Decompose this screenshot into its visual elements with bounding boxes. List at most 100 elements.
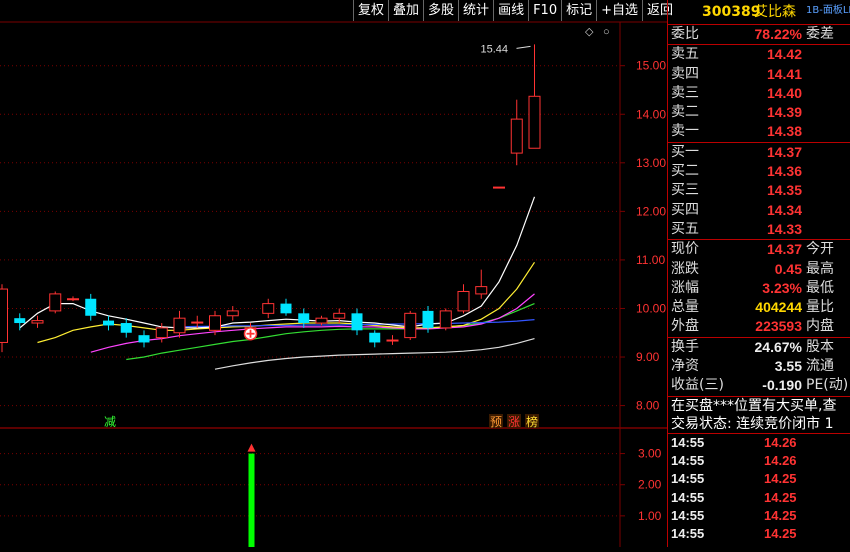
sell-orders: 卖五 14.42 卖四 14.41 卖三 14.40 卖二 14.39 卖一 14.38 [668,45,850,143]
tick-time: 14:55 [671,489,705,505]
tick-price: 14.25 [764,507,797,523]
quote-panel: 300389 艾比森 1B-面板LE 委比 78.22% 委差 卖五 14.42 卖… [667,0,850,547]
weibi-value: 78.22% [754,26,802,42]
candle-body [386,339,399,342]
row-value: 14.37 [766,241,802,258]
candle-body [457,290,470,312]
volume-tick-label: 2.00 [638,478,662,492]
volume-arrow-icon [247,443,256,452]
board-label[interactable]: 1B-面板LE [806,0,850,23]
quote-stats-2: 换手 24.67% 股本 净资 3.55 流通 收益(三) -0.190 PE(动) [668,338,850,397]
buy-orders: 买一 14.37 买二 14.36 买三 14.35 买四 14.34 买五 14.33 [668,143,850,241]
tick-list[interactable]: 14:55 14.26 14:55 14.26 14:55 14.25 14:55 14.25… [668,434,850,544]
order-row: 卖三 14.40 [668,84,850,103]
circle-icon: ○ [603,26,610,38]
row-value: 3.55 [774,358,802,375]
toolbar-button[interactable]: 复权 [353,0,388,21]
tick-time: 14:55 [671,526,705,542]
stock-code: 300389 [702,4,761,20]
row-label: 买一 [671,143,699,160]
candle-body [138,335,150,343]
toolbar-button[interactable]: 多股 [423,0,458,21]
toolbar-button[interactable]: +自选 [596,0,642,21]
ma-green-line [126,303,535,361]
row-label: 涨幅 [671,279,699,296]
row-value: 14.34 [766,201,802,218]
candle-body [49,293,62,312]
candle-body [226,310,239,317]
toolbar-button[interactable]: F10 [528,0,561,21]
row-label: 涨跌 [671,260,699,277]
tick-row: 14:55 14.26 [668,434,850,452]
row-value: 14.39 [766,104,802,121]
row-value: 14.42 [766,46,802,63]
row-label: 净资 [671,358,699,375]
order-row: 卖五 14.42 [668,45,850,64]
tick-time: 14:55 [671,471,705,487]
stock-title: 300389 艾比森 1B-面板LE [668,0,850,25]
price-tick-label: 9.00 [636,350,660,364]
order-row: 卖四 14.41 [668,65,850,84]
row-value: 14.33 [766,220,802,237]
candle-body [510,118,523,154]
row-label-2: 最低 [806,279,834,296]
tick-price: 14.26 [764,434,797,450]
row-value: -0.190 [762,377,802,394]
candle-body [422,310,434,328]
candle-body [369,332,381,343]
row-value: 24.67% [754,338,802,355]
order-row: 卖一 14.38 [668,122,850,141]
price-tick-label: 12.00 [636,204,666,218]
stat-row: 涨幅 3.23% 最低 [668,279,850,298]
order-row: 买一 14.37 [668,143,850,162]
row-label: 买五 [671,220,699,237]
row-label: 卖五 [671,46,699,63]
row-label: 现价 [671,241,699,258]
row-label: 总量 [671,299,699,316]
toolbar-button[interactable]: 统计 [458,0,493,21]
tick-price: 14.25 [764,471,797,487]
candle-body [120,323,132,333]
row-label: 买二 [671,163,699,180]
stat-row: 换手 24.67% 股本 [668,338,850,357]
volume-tick-label: 1.00 [638,509,662,523]
tick-row: 14:55 14.25 [668,489,850,507]
stock-name: 艾比森 [754,4,796,20]
candle-body [493,186,505,189]
row-value: 223593 [755,318,802,335]
row-label-2: 流通 [806,358,834,375]
peak-price-label: 15.44 [481,43,509,55]
toolbar-button[interactable]: 标记 [561,0,596,21]
alert-ticker: 在买盘***位置有大买单,查 [671,397,837,414]
row-value: 0.45 [774,260,802,277]
bang-marker: 榜 [526,414,538,429]
tick-time: 14:55 [671,434,705,450]
row-label-2: 今开 [806,241,834,258]
quote-stats: 现价 14.37 今开 涨跌 0.45 最高 涨幅 3.23% 最低 总量 404244 量比 外盘 22… [668,240,850,338]
price-tick-label: 15.00 [636,59,666,73]
row-label-2: PE(动) [806,377,849,394]
kline-chart[interactable]: 15.00 14.00 13.00 12.00 11.00 10.00 9.00 8.00 3.… [0,0,667,547]
row-label: 卖四 [671,65,699,82]
tick-time: 14:55 [671,452,705,468]
candle-body [85,298,97,316]
tick-row: 14:55 14.26 [668,452,850,470]
row-value: 404244 [755,299,802,316]
toolbar-button[interactable]: 叠加 [388,0,423,21]
tick-price: 14.25 [764,526,797,542]
toolbar-button[interactable]: 画线 [493,0,528,21]
candle-body [262,303,275,314]
stat-row: 净资 3.55 流通 [668,357,850,376]
row-label-2: 最高 [806,260,834,277]
stat-row: 外盘 223593 内盘 [668,317,850,336]
trade-status: 交易状态: 连续竞价闭市 1 [668,415,850,434]
candle-body [173,317,186,334]
yu-marker: 预 [490,415,502,429]
kline-chart-area[interactable]: 15.00 14.00 13.00 12.00 11.00 10.00 9.00 8.00 3.… [0,0,667,547]
stat-row: 收益(三) -0.190 PE(动) [668,376,850,395]
candle-body [0,288,8,343]
row-label-2: 股本 [806,338,834,355]
price-tick-label: 11.00 [636,253,665,267]
row-value: 14.35 [766,182,802,199]
candle-body [280,303,292,314]
